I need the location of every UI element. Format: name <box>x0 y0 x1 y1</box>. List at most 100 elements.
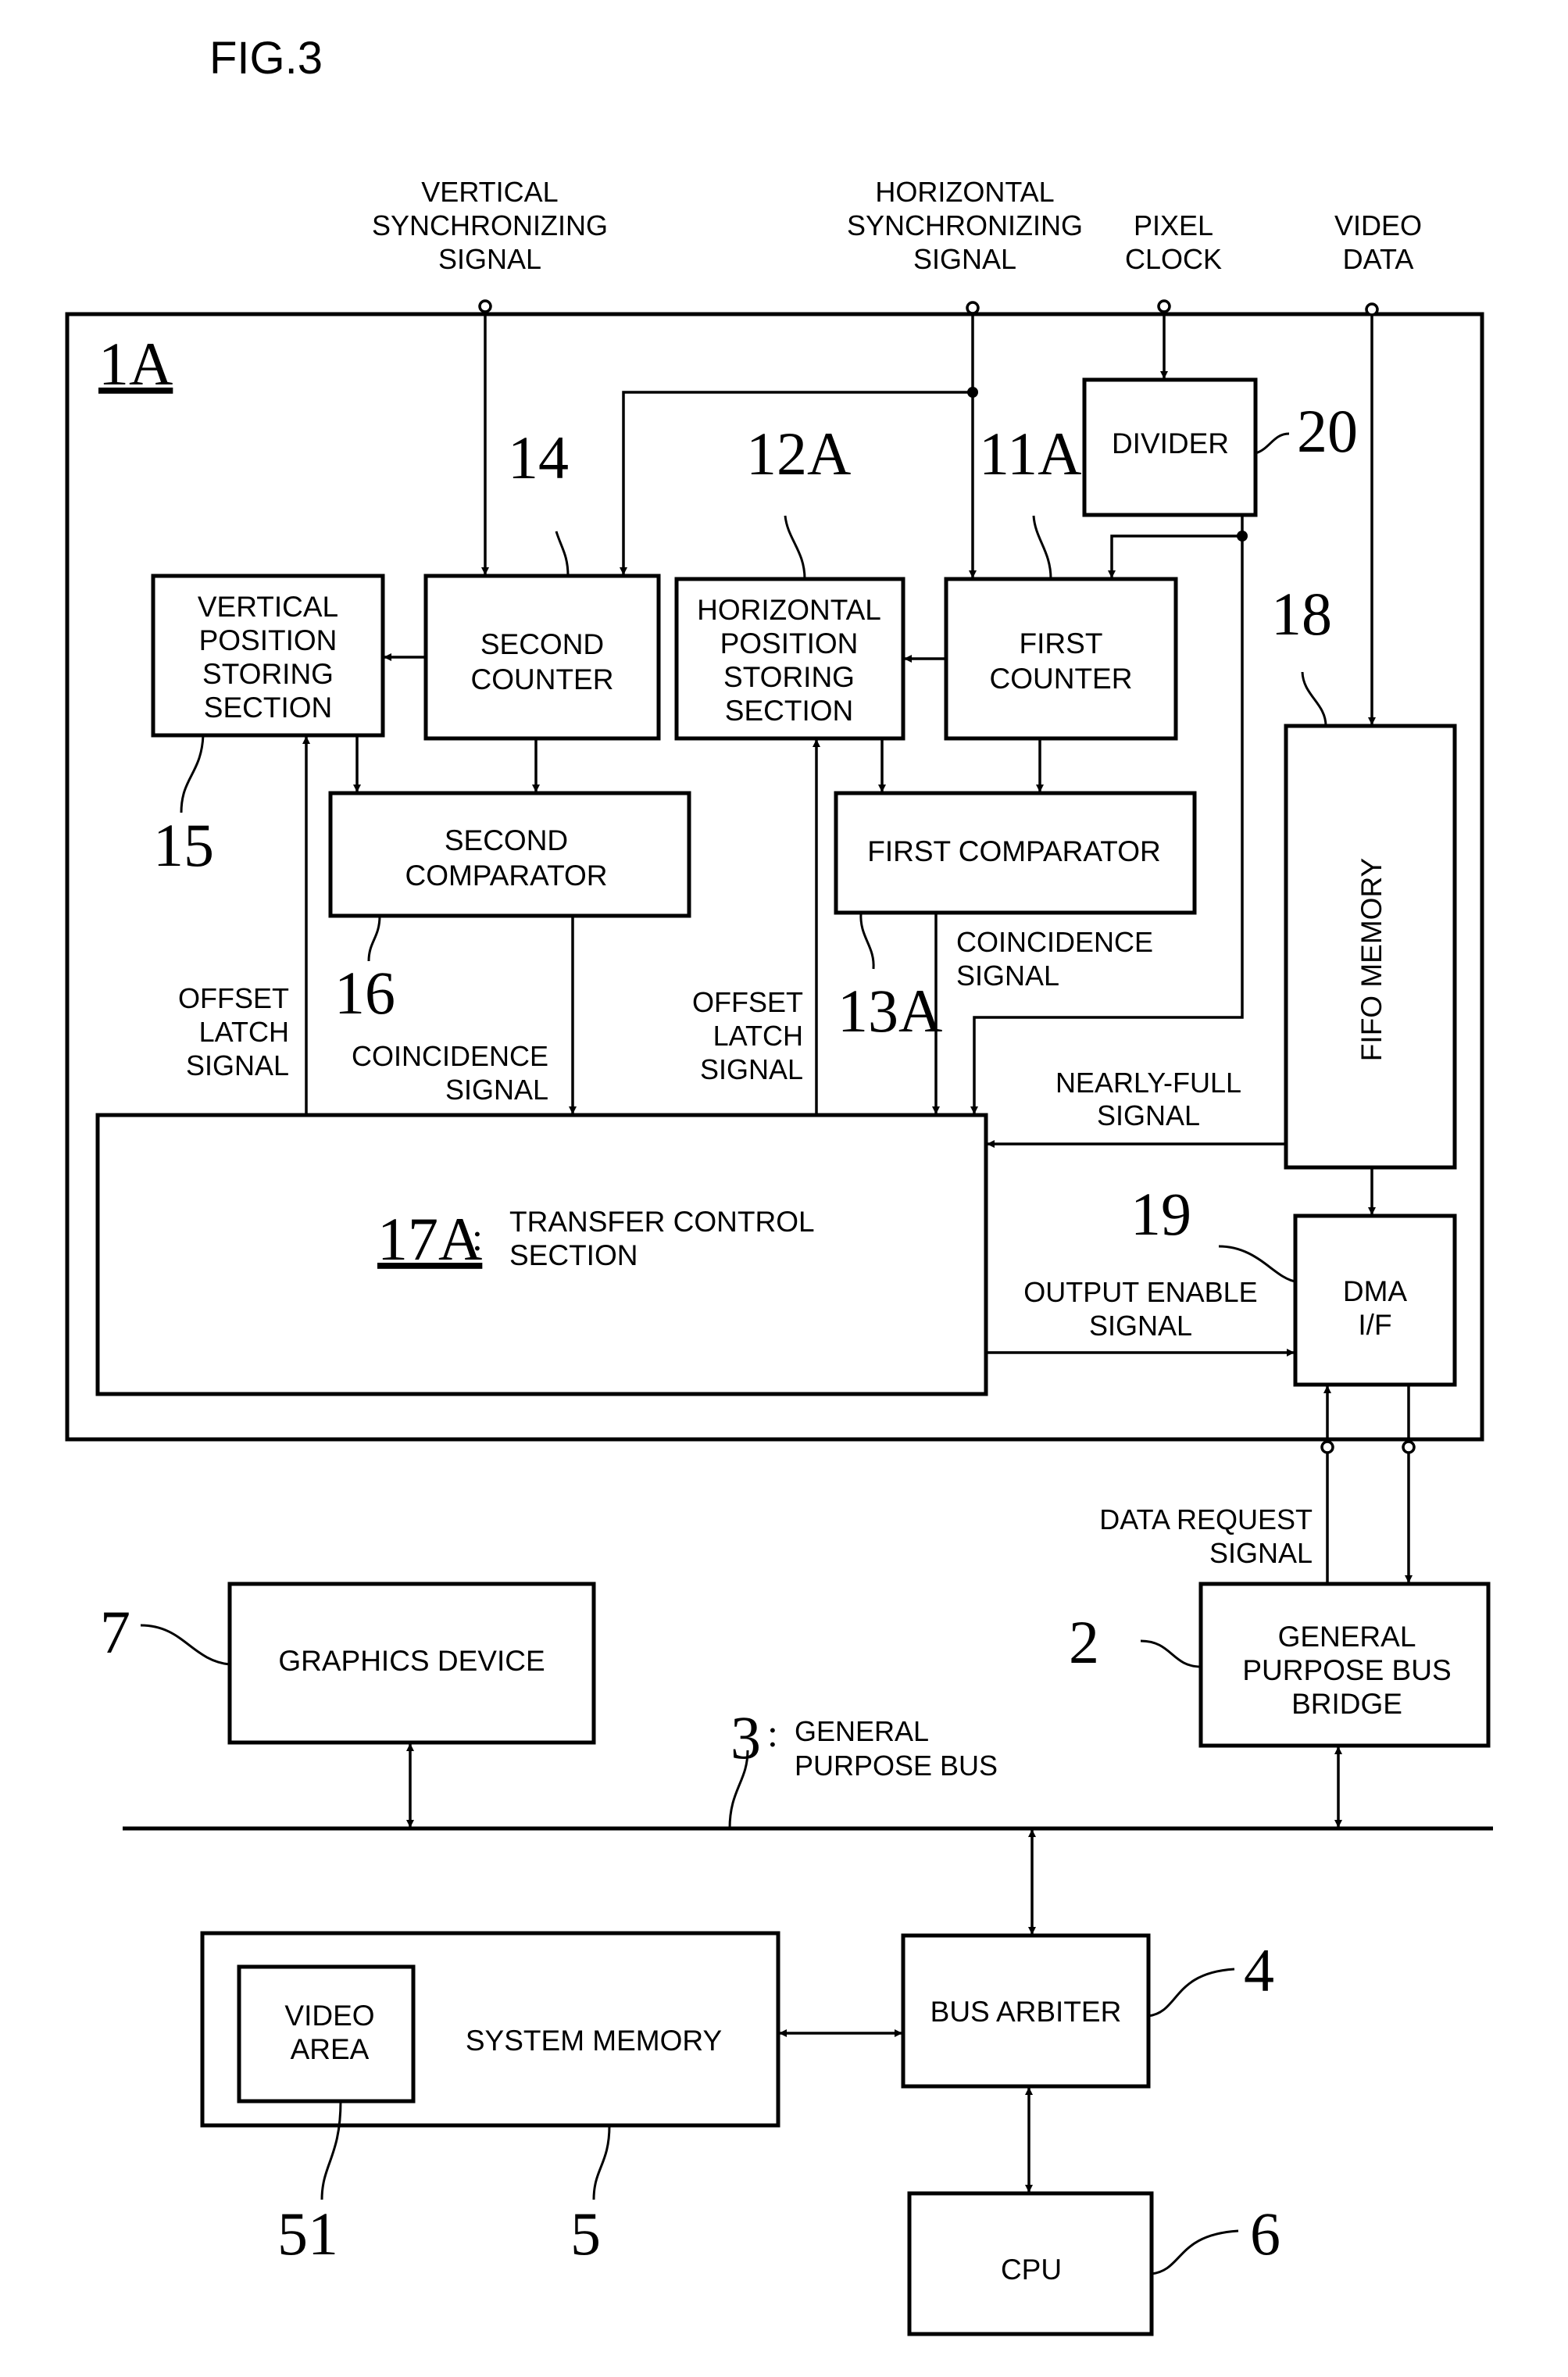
cpu-leader <box>1151 2229 1239 2275</box>
svg-text:GENERAL: GENERAL <box>795 1715 929 1747</box>
fcomp-ref: 13A <box>838 977 942 1045</box>
svg-text:SIGNAL: SIGNAL <box>956 960 1059 992</box>
svg-text:SECTION: SECTION <box>204 692 332 724</box>
svg-text:SIGNAL: SIGNAL <box>1089 1310 1192 1342</box>
svg-text:GENERAL: GENERAL <box>1278 1621 1416 1653</box>
coincidence-first-label: COINCIDENCE SIGNAL <box>956 926 1153 992</box>
svg-text:DMA: DMA <box>1343 1275 1408 1307</box>
svg-text:SIGNAL: SIGNAL <box>1209 1537 1313 1569</box>
nearly-full-label: NEARLY-FULL SIGNAL <box>1055 1067 1241 1131</box>
svg-text:I/F: I/F <box>1358 1309 1391 1341</box>
cpu-label: CPU <box>1001 2254 1062 2286</box>
video-area-leader <box>320 2100 342 2200</box>
svg-text:SECTION: SECTION <box>725 695 853 727</box>
svg-text:DATA: DATA <box>1343 243 1414 275</box>
bus-ref: 3 <box>730 1703 761 1771</box>
svg-text:COUNTER: COUNTER <box>990 663 1133 695</box>
bridge-leader <box>1140 1639 1202 1668</box>
video-data-label: VIDEO DATA <box>1334 209 1422 275</box>
svg-text:VERTICAL: VERTICAL <box>198 591 338 623</box>
svg-text:POSITION: POSITION <box>720 627 859 659</box>
svg-text:HORIZONTAL: HORIZONTAL <box>875 176 1054 208</box>
vertical-position-storing-label: VERTICAL POSITION STORING SECTION <box>198 591 338 724</box>
svg-text:COUNTER: COUNTER <box>471 663 614 695</box>
svg-text:TRANSFER CONTROL: TRANSFER CONTROL <box>509 1206 815 1238</box>
fifo-leader <box>1301 671 1327 727</box>
svg-text:SECTION: SECTION <box>509 1239 638 1271</box>
fcomp-leader <box>859 912 875 970</box>
video-area-ref: 51 <box>277 2200 338 2268</box>
second-counter-label: SECOND COUNTER <box>471 628 614 695</box>
system-memory-ref: 5 <box>570 2200 601 2268</box>
video-data-terminal <box>1365 302 1379 316</box>
data-request-label: DATA REQUEST SIGNAL <box>1099 1503 1313 1569</box>
svg-text:CLOCK: CLOCK <box>1125 243 1222 275</box>
svg-text:PIXEL: PIXEL <box>1134 209 1213 241</box>
svg-text:LATCH: LATCH <box>713 1020 803 1052</box>
svg-text:COMPARATOR: COMPARATOR <box>405 860 607 892</box>
vsync-terminal <box>478 299 492 313</box>
svg-text:NEARLY-FULL: NEARLY-FULL <box>1055 1067 1241 1099</box>
offset-latch-left-label: OFFSET LATCH SIGNAL <box>178 982 289 1081</box>
vps-ref: 15 <box>153 811 214 879</box>
svg-text:FIRST: FIRST <box>1020 627 1103 659</box>
svg-text:SECOND: SECOND <box>480 628 604 660</box>
scomp-leader <box>367 915 381 962</box>
svg-text:SIGNAL: SIGNAL <box>438 243 541 275</box>
svg-text:SIGNAL: SIGNAL <box>700 1053 803 1085</box>
sc-ref: 14 <box>508 424 569 491</box>
transfer-control-ref: 17A <box>377 1205 482 1273</box>
fc-leader <box>1032 515 1052 580</box>
scomp-ref: 16 <box>334 959 395 1027</box>
graphics-device-label: GRAPHICS DEVICE <box>278 1645 545 1677</box>
system-memory-label: SYSTEM MEMORY <box>466 2025 722 2057</box>
svg-text:SECOND: SECOND <box>445 824 568 856</box>
svg-text:POSITION: POSITION <box>199 624 338 656</box>
vps-leader <box>180 735 205 813</box>
bus-bridge-label: GENERAL PURPOSE BUS BRIDGE <box>1242 1621 1451 1720</box>
svg-text:PURPOSE BUS: PURPOSE BUS <box>795 1750 998 1782</box>
svg-text:DATA REQUEST: DATA REQUEST <box>1099 1503 1313 1535</box>
svg-text:SYNCHRONIZING: SYNCHRONIZING <box>372 209 608 241</box>
fifo-memory-label: FIFO MEMORY <box>1355 858 1388 1061</box>
horizontal-position-storing-label: HORIZONTAL POSITION STORING SECTION <box>697 594 881 727</box>
output-enable-label: OUTPUT ENABLE SIGNAL <box>1023 1276 1257 1342</box>
svg-text:COINCIDENCE: COINCIDENCE <box>956 926 1153 958</box>
transfer-control-label: TRANSFER CONTROL SECTION <box>509 1206 815 1271</box>
svg-text:OUTPUT ENABLE: OUTPUT ENABLE <box>1023 1276 1257 1308</box>
svg-text:COINCIDENCE: COINCIDENCE <box>352 1040 548 1072</box>
svg-text:PURPOSE BUS: PURPOSE BUS <box>1242 1654 1451 1686</box>
graphics-ref: 7 <box>100 1598 130 1666</box>
first-counter-label: FIRST COUNTER <box>990 627 1133 695</box>
graphics-leader <box>140 1624 230 1666</box>
horizontal-sync-label: HORIZONTAL SYNCHRONIZING SIGNAL <box>847 176 1083 275</box>
block-diagram: .arrow { marker-end:url(#arr); } FIG.3 V… <box>65 33 1493 2336</box>
svg-text:SYNCHRONIZING: SYNCHRONIZING <box>847 209 1083 241</box>
fc-ref: 11A <box>979 420 1081 488</box>
svg-text:SIGNAL: SIGNAL <box>445 1074 548 1106</box>
arbiter-leader <box>1148 1968 1235 2018</box>
svg-text:OFFSET: OFFSET <box>178 982 289 1014</box>
vertical-sync-label: VERTICAL SYNCHRONIZING SIGNAL <box>372 176 608 275</box>
fifo-ref: 18 <box>1271 580 1332 648</box>
bus-label: GENERAL PURPOSE BUS <box>795 1715 998 1782</box>
second-comparator-label: SECOND COMPARATOR <box>405 824 607 892</box>
svg-text:VERTICAL: VERTICAL <box>421 176 558 208</box>
divider-label: DIVIDER <box>1112 427 1229 459</box>
divider-to-transfer-control-wire <box>970 536 1244 1114</box>
transfer-control-separator: : <box>472 1215 483 1259</box>
dma-terminal-request <box>1320 1440 1334 1454</box>
cpu-ref: 6 <box>1250 2200 1280 2268</box>
pixel-clock-terminal <box>1157 299 1171 313</box>
svg-text:VIDEO: VIDEO <box>284 2000 374 2032</box>
offset-latch-right-label: OFFSET LATCH SIGNAL <box>692 986 803 1085</box>
svg-text:OFFSET: OFFSET <box>692 986 803 1018</box>
video-area-label: VIDEO AREA <box>284 2000 374 2065</box>
svg-text:SIGNAL: SIGNAL <box>913 243 1016 275</box>
divider-ref: 20 <box>1297 397 1358 465</box>
hps-leader <box>784 515 806 580</box>
sc-leader <box>555 531 570 577</box>
hsync-terminal <box>966 301 980 315</box>
pixel-clock-label: PIXEL CLOCK <box>1125 209 1222 275</box>
svg-text:STORING: STORING <box>202 658 334 690</box>
